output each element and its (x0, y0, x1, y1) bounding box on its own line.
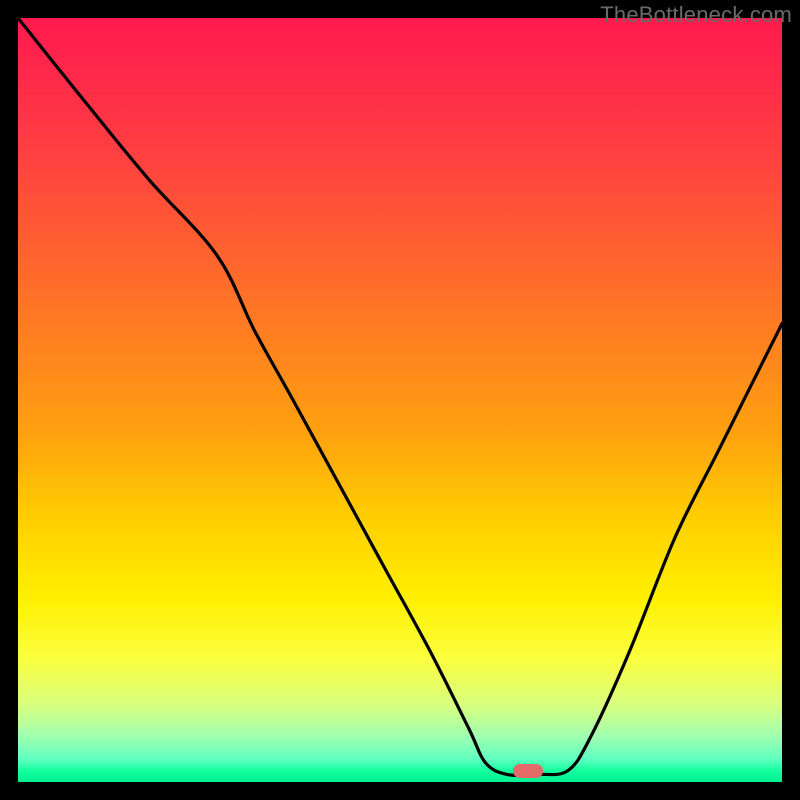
curve-path (18, 18, 782, 775)
optimum-marker (513, 764, 543, 778)
bottleneck-curve (18, 18, 782, 782)
